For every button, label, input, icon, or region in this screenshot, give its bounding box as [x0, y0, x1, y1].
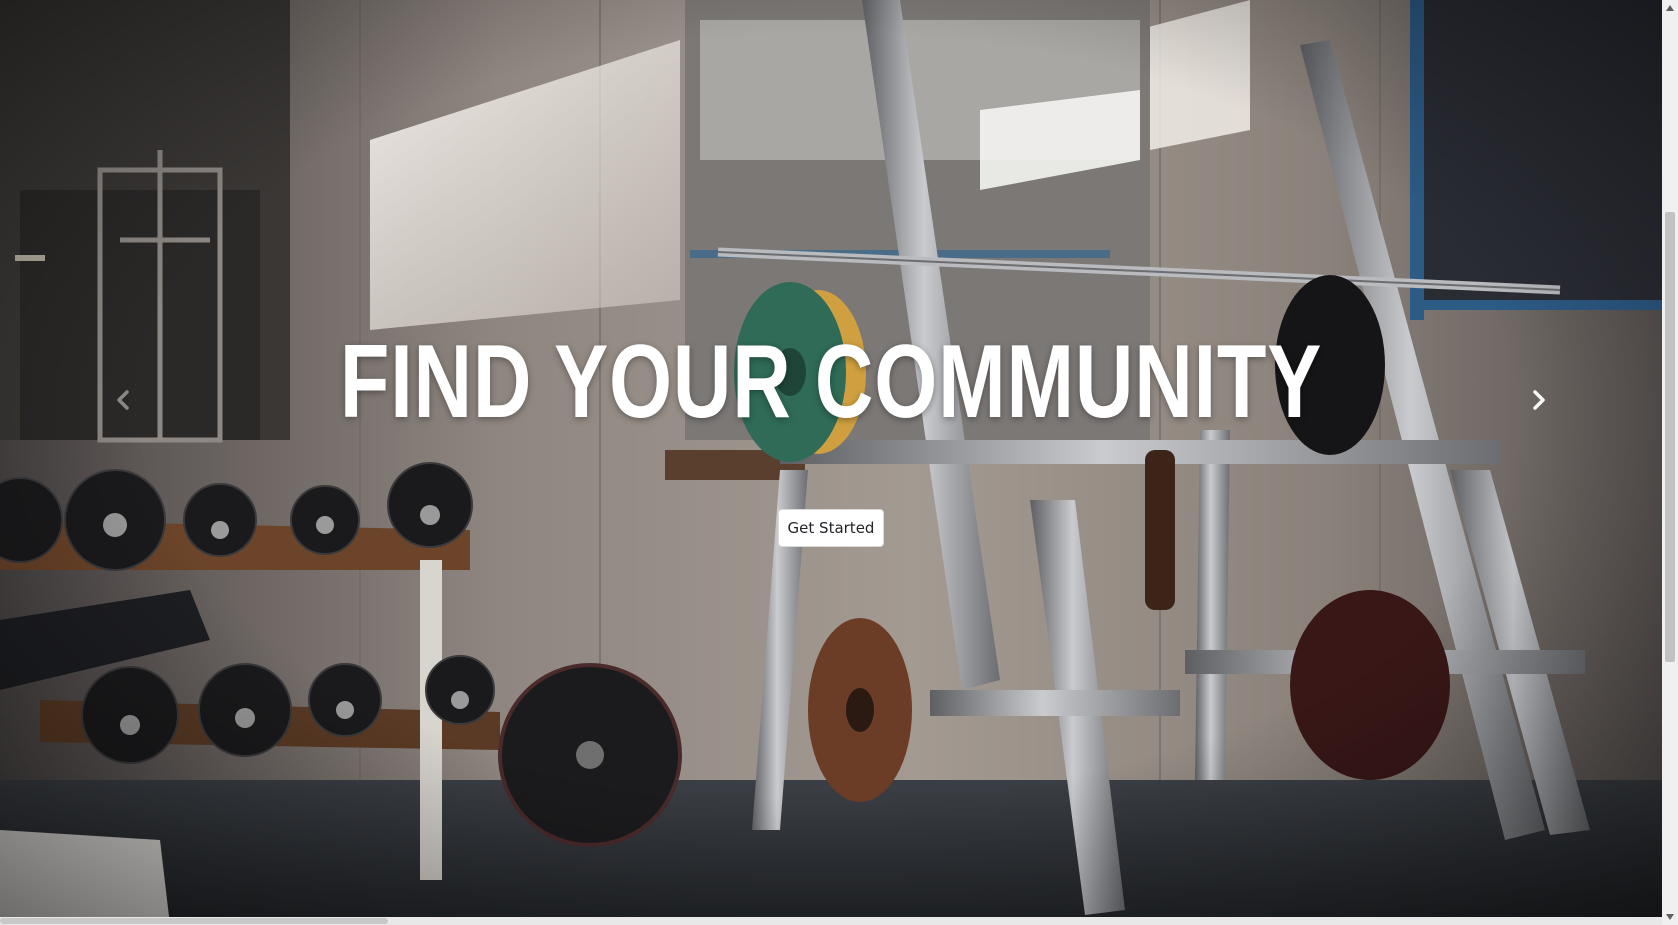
- hero-carousel: FIND YOUR COMMUNITY Get Started: [0, 0, 1662, 925]
- vertical-scrollbar[interactable]: [1662, 0, 1678, 925]
- carousel-next-button[interactable]: [1514, 376, 1562, 424]
- horizontal-scroll-thumb[interactable]: [0, 918, 388, 924]
- chevron-left-icon: [117, 390, 129, 410]
- gym-background-image: [0, 0, 1662, 925]
- triangle-down-icon: [1666, 914, 1674, 920]
- scroll-down-button[interactable]: [1662, 909, 1678, 925]
- get-started-button[interactable]: Get Started: [778, 509, 884, 547]
- carousel-prev-button[interactable]: [100, 376, 148, 424]
- page-viewport: FIND YOUR COMMUNITY Get Started: [0, 0, 1662, 925]
- scroll-up-button[interactable]: [1662, 0, 1678, 16]
- horizontal-scrollbar[interactable]: [0, 917, 1662, 925]
- hero-headline: FIND YOUR COMMUNITY: [339, 324, 1323, 440]
- triangle-up-icon: [1666, 5, 1674, 11]
- vertical-scroll-thumb[interactable]: [1665, 212, 1675, 662]
- chevron-right-icon: [1533, 390, 1545, 410]
